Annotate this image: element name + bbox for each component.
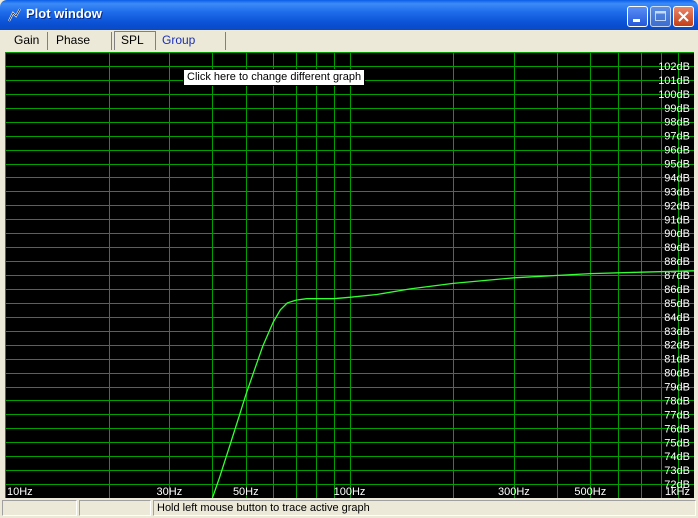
maximize-icon [655,11,666,21]
y-tick-label: 78dB [664,395,690,407]
x-tick-label: 1kHz [665,486,690,498]
y-tick-label: 81dB [664,354,690,366]
y-tick-label: 91dB [664,214,690,226]
y-tick-label: 88dB [664,256,690,268]
y-tick-label: 99dB [664,103,690,115]
y-tick-label: 80dB [664,368,690,380]
y-tick-label: 83dB [664,326,690,338]
y-tick-label: 75dB [664,437,690,449]
close-button[interactable] [673,6,694,27]
y-tick-label: 85dB [664,298,690,310]
spl-plot[interactable]: 72dB 73dB 74dB 75dB 76dB 77dB 78dB 79dB 80dB 81dB… [5,52,694,498]
y-tick-label: 84dB [664,312,690,324]
y-tick-label: 98dB [664,117,690,129]
y-tick-label: 94dB [664,172,690,184]
x-tick-label: 100Hz [334,486,366,498]
y-tick-label: 92dB [664,200,690,212]
x-tick-label: 30Hz [157,486,183,498]
status-panel-middle [79,500,151,516]
y-tick-label: 82dB [664,340,690,352]
y-tick-label: 90dB [664,228,690,240]
maximize-button[interactable] [650,6,671,27]
y-tick-label: 76dB [664,423,690,435]
x-tick-label: 50Hz [233,486,259,498]
y-tick-label: 89dB [664,242,690,254]
window-title: Plot window [26,6,102,21]
tab-group-delay[interactable]: Group delay [156,32,226,64]
spl-chart[interactable]: 72dB73dB74dB75dB76dB77dB78dB79dB80dB81dB… [5,52,694,498]
status-panel-left [2,500,77,516]
y-tick-label: 102dB [658,61,690,73]
status-message: Hold left mouse button to trace active g… [153,500,696,516]
title-bar[interactable]: Plot window [0,0,698,30]
tooltip: Click here to change different graph [183,69,366,86]
y-tick-label: 77dB [664,409,690,421]
x-tick-label: 10Hz [7,486,33,498]
close-icon [678,11,689,22]
y-tick-label: 93dB [664,186,690,198]
y-tick-label: 74dB [664,451,690,463]
tab-spl[interactable]: SPL [114,31,156,50]
tab-gain[interactable]: Gain [8,32,48,50]
x-tick-label: 500Hz [574,486,606,498]
status-bar: Hold left mouse button to trace active g… [0,499,698,518]
y-tick-label: 95dB [664,159,690,171]
minimize-button[interactable] [627,6,648,27]
y-tick-label: 100dB [658,89,690,101]
y-tick-label: 73dB [664,465,690,477]
minimize-icon [633,19,640,22]
plot-window: Plot window Gain Phase plot SPL Group de… [0,0,698,518]
plot-app-icon [6,7,22,23]
y-tick-label: 79dB [664,382,690,394]
y-tick-label: 97dB [664,131,690,143]
tab-phase-plot[interactable]: Phase plot [50,32,112,64]
y-tick-label: 86dB [664,284,690,296]
y-tick-label: 96dB [664,145,690,157]
y-tick-label: 101dB [658,75,690,87]
x-tick-label: 300Hz [498,486,530,498]
